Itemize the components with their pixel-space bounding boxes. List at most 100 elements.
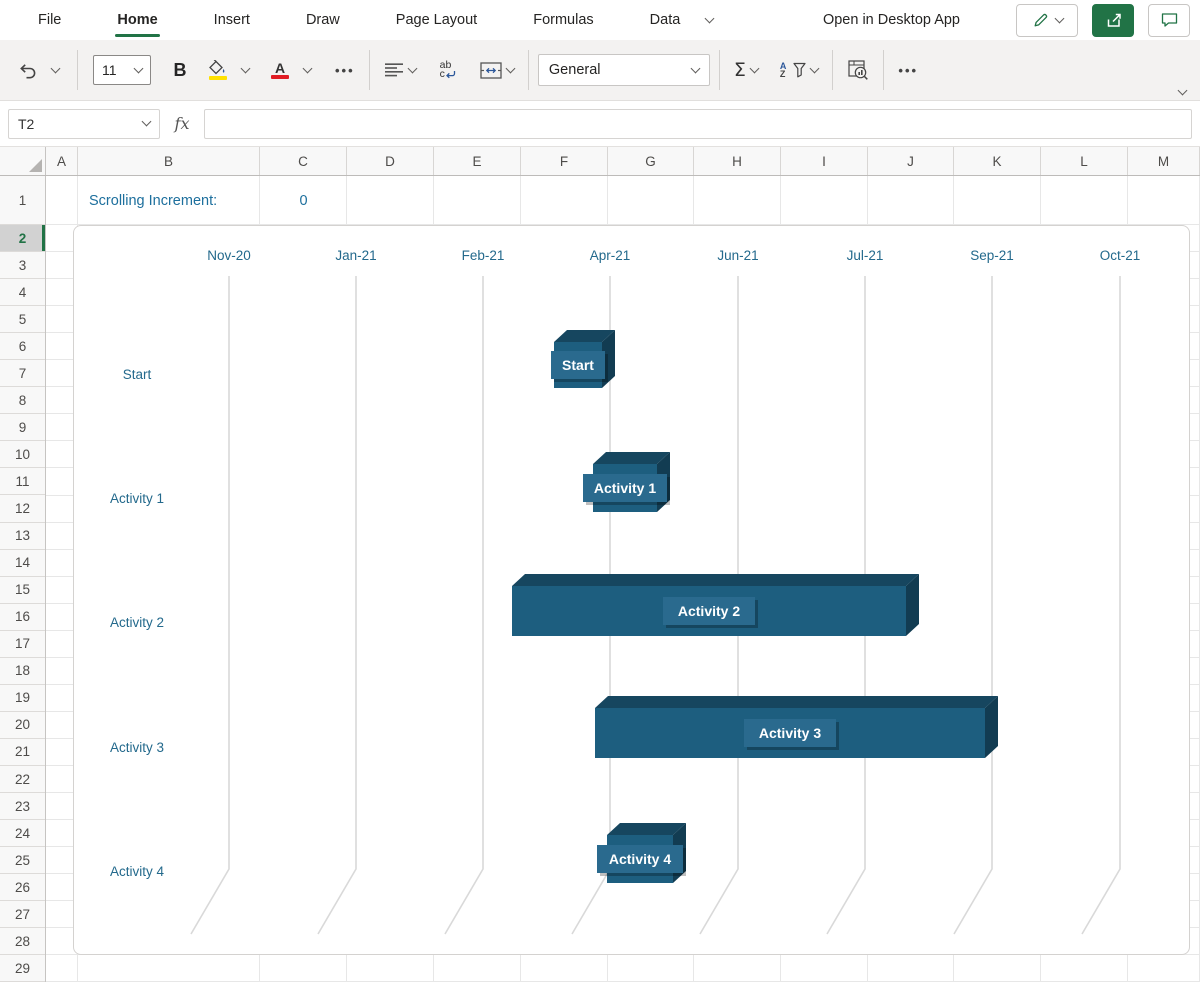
- cell-c1[interactable]: 0: [260, 176, 347, 225]
- font-color-button[interactable]: A: [266, 51, 294, 89]
- row-header-17[interactable]: 17: [0, 631, 45, 658]
- editing-mode-button[interactable]: [1016, 4, 1078, 37]
- menu-item-insert[interactable]: Insert: [186, 0, 278, 40]
- sheet-grid[interactable]: Scrolling Increment:0 123456789101112131…: [0, 176, 1200, 982]
- chart-gridline: [954, 276, 992, 934]
- bold-button[interactable]: B: [167, 51, 193, 89]
- row-header-8[interactable]: 8: [0, 387, 45, 414]
- row-header-28[interactable]: 28: [0, 928, 45, 955]
- chart-bar-activity-4[interactable]: Activity 4: [597, 823, 686, 883]
- row-header-10[interactable]: 10: [0, 441, 45, 468]
- row-header-25[interactable]: 25: [0, 847, 45, 874]
- chart-bar-activity-3[interactable]: Activity 3: [595, 696, 998, 758]
- row-header-15[interactable]: 15: [0, 577, 45, 604]
- chart-bar-start[interactable]: Start: [551, 330, 615, 388]
- open-in-desktop-label[interactable]: Open in Desktop App: [823, 12, 960, 28]
- menu-item-page-layout[interactable]: Page Layout: [368, 0, 505, 40]
- bar-label-text: Activity 3: [759, 725, 821, 741]
- wrap-text-button[interactable]: ab c: [435, 51, 461, 89]
- row-header-23[interactable]: 23: [0, 793, 45, 820]
- row-header-20[interactable]: 20: [0, 712, 45, 739]
- gantt-chart-svg: Nov-20Jan-21Feb-21Apr-21Jun-21Jul-21Sep-…: [74, 226, 1189, 954]
- menu-item-draw[interactable]: Draw: [278, 0, 368, 40]
- column-header-H[interactable]: H: [694, 147, 781, 175]
- fill-color-dropdown[interactable]: [232, 51, 258, 89]
- font-size-select[interactable]: 11: [93, 55, 151, 85]
- sort-filter-button[interactable]: A Z: [775, 51, 824, 89]
- autosum-button[interactable]: Σ: [729, 51, 763, 89]
- chevron-down-icon: [142, 117, 152, 127]
- chevron-down-icon: [749, 63, 759, 73]
- menu-item-formulas[interactable]: Formulas: [505, 0, 621, 40]
- chart-bar-activity-2[interactable]: Activity 2: [512, 574, 919, 636]
- row-header-29[interactable]: 29: [0, 955, 45, 982]
- chart-tick-label: Apr-21: [590, 248, 631, 263]
- chevron-down-icon: [407, 63, 417, 73]
- undo-button[interactable]: [12, 51, 42, 89]
- bar-top-face: [595, 696, 998, 708]
- fill-color-button[interactable]: [203, 51, 232, 89]
- collapse-ribbon-chevron-icon[interactable]: [1178, 86, 1188, 96]
- formula-input[interactable]: [204, 109, 1192, 139]
- align-left-icon: [384, 62, 404, 78]
- column-header-A[interactable]: A: [46, 147, 78, 175]
- column-header-M[interactable]: M: [1128, 147, 1200, 175]
- row-header-12[interactable]: 12: [0, 496, 45, 523]
- select-all-icon: [29, 159, 42, 172]
- menu-item-label: Insert: [214, 12, 250, 28]
- row-header-4[interactable]: 4: [0, 279, 45, 306]
- more-font-options-button[interactable]: •••: [330, 51, 360, 89]
- chart-category-label: Activity 3: [110, 740, 164, 755]
- row-header-14[interactable]: 14: [0, 550, 45, 577]
- font-color-dropdown[interactable]: [294, 51, 320, 89]
- chart-bar-activity-1[interactable]: Activity 1: [583, 452, 670, 512]
- menu-item-data[interactable]: Data: [622, 0, 742, 40]
- analyze-data-button[interactable]: [842, 51, 874, 89]
- menu-item-label: Formulas: [533, 12, 593, 28]
- row-header-5[interactable]: 5: [0, 306, 45, 333]
- column-header-G[interactable]: G: [608, 147, 694, 175]
- comments-button[interactable]: [1148, 4, 1190, 37]
- name-box[interactable]: T2: [8, 109, 160, 139]
- merge-center-button[interactable]: [475, 51, 519, 89]
- row-header-9[interactable]: 9: [0, 414, 45, 441]
- row-header-7[interactable]: 7: [0, 360, 45, 387]
- row-header-13[interactable]: 13: [0, 523, 45, 550]
- select-all-corner[interactable]: [0, 147, 46, 175]
- menu-item-label: Home: [117, 12, 157, 28]
- number-format-select[interactable]: General: [538, 54, 710, 86]
- chart-gridline: [191, 276, 229, 934]
- column-header-D[interactable]: D: [347, 147, 434, 175]
- row-header-21[interactable]: 21: [0, 739, 45, 766]
- menu-item-home[interactable]: Home: [89, 0, 185, 40]
- row-header-27[interactable]: 27: [0, 901, 45, 928]
- share-button[interactable]: [1092, 4, 1134, 37]
- row-header-3[interactable]: 3: [0, 252, 45, 279]
- cell-b1[interactable]: Scrolling Increment:: [78, 176, 260, 225]
- menu-item-file[interactable]: File: [10, 0, 89, 40]
- row-header-16[interactable]: 16: [0, 604, 45, 631]
- column-header-I[interactable]: I: [781, 147, 868, 175]
- row-header-2[interactable]: 2: [0, 225, 45, 252]
- column-header-L[interactable]: L: [1041, 147, 1128, 175]
- row-header-24[interactable]: 24: [0, 820, 45, 847]
- row-header-1[interactable]: 1: [0, 176, 45, 225]
- row-header-18[interactable]: 18: [0, 658, 45, 685]
- row-header-26[interactable]: 26: [0, 874, 45, 901]
- more-commands-button[interactable]: •••: [893, 51, 923, 89]
- column-header-B[interactable]: B: [78, 147, 260, 175]
- menu-item-label: Data: [650, 12, 681, 28]
- column-header-J[interactable]: J: [868, 147, 954, 175]
- alignment-button[interactable]: [379, 51, 421, 89]
- column-header-E[interactable]: E: [434, 147, 521, 175]
- column-header-C[interactable]: C: [260, 147, 347, 175]
- row-header-19[interactable]: 19: [0, 685, 45, 712]
- column-header-F[interactable]: F: [521, 147, 608, 175]
- row-header-6[interactable]: 6: [0, 333, 45, 360]
- column-header-K[interactable]: K: [954, 147, 1041, 175]
- undo-dropdown[interactable]: [42, 51, 68, 89]
- row-header-22[interactable]: 22: [0, 766, 45, 793]
- row-header-11[interactable]: 11: [0, 468, 45, 495]
- gantt-chart-object[interactable]: Nov-20Jan-21Feb-21Apr-21Jun-21Jul-21Sep-…: [73, 225, 1190, 955]
- insert-function-button[interactable]: fx: [160, 114, 204, 133]
